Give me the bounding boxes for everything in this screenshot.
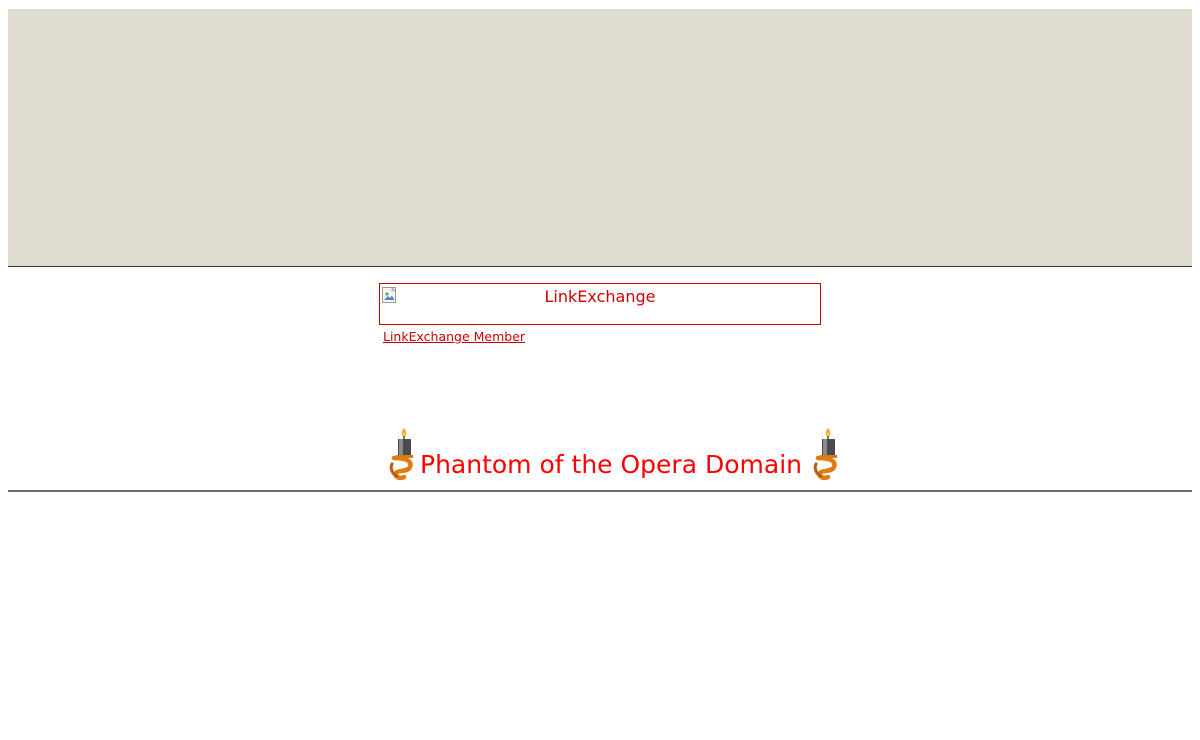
linkexchange-banner[interactable]: LinkExchange bbox=[379, 283, 821, 325]
page: LinkExchange LinkExchange Member Phantom… bbox=[0, 0, 1200, 740]
candle-icon bbox=[389, 428, 413, 480]
top-panel bbox=[8, 9, 1192, 266]
banner-alt-text: LinkExchange bbox=[544, 287, 656, 306]
linkexchange-member-link[interactable]: LinkExchange Member bbox=[383, 329, 525, 344]
top-divider bbox=[8, 266, 1192, 267]
candle-icon bbox=[813, 428, 837, 480]
bottom-divider bbox=[8, 490, 1192, 492]
title-row: Phantom of the Opera Domain bbox=[388, 424, 842, 480]
site-title: Phantom of the Opera Domain bbox=[420, 450, 802, 479]
